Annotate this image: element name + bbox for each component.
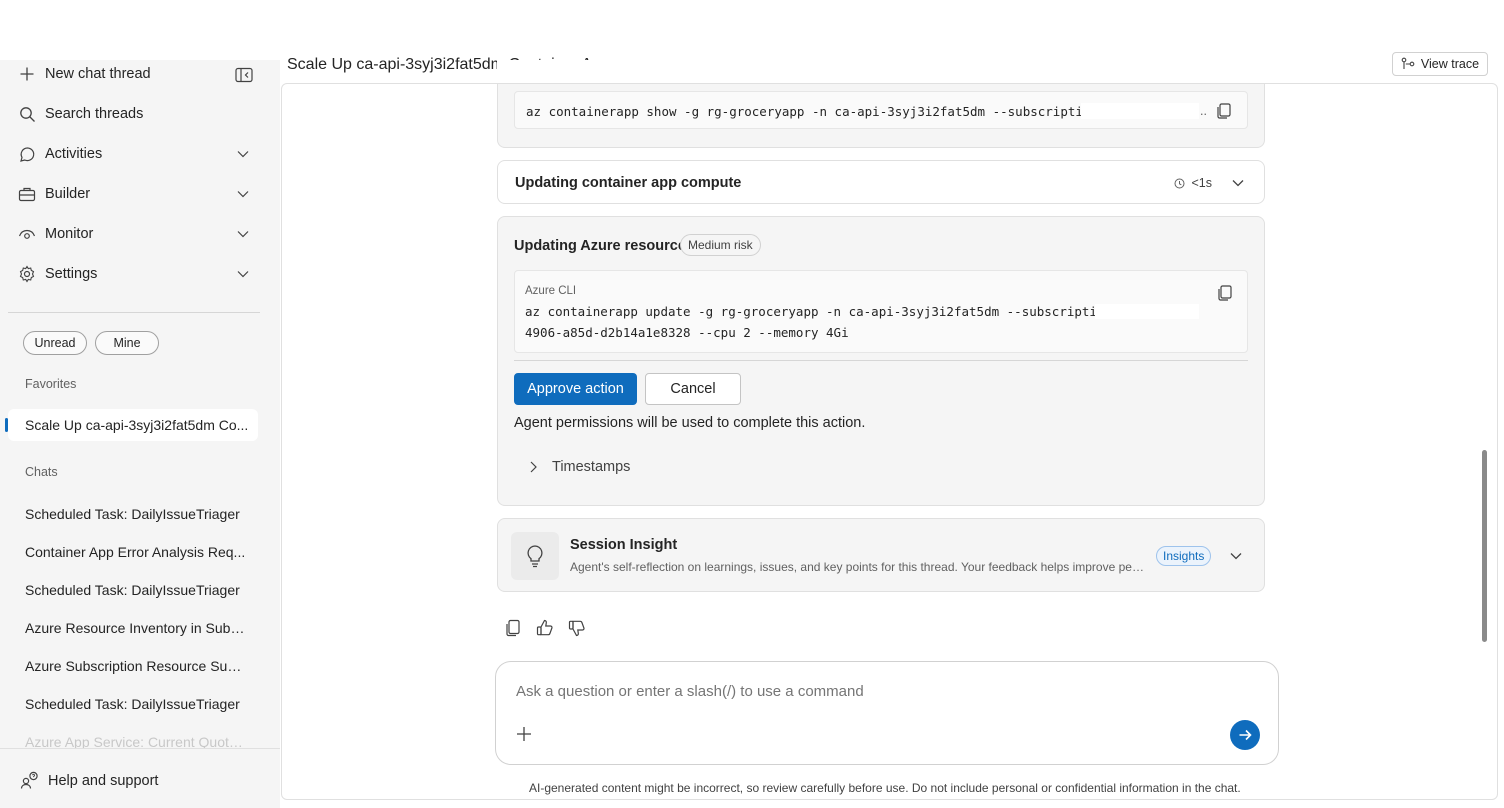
view-trace-label: View trace <box>1420 57 1480 71</box>
filter-mine[interactable]: Mine <box>95 331 159 355</box>
nav-builder-label: Builder <box>45 186 91 202</box>
command-truncation: .. <box>1200 104 1207 118</box>
chevron-down-icon <box>236 187 250 201</box>
chevron-down-icon[interactable] <box>1231 176 1245 190</box>
insight-description: Agent's self-reflection on learnings, is… <box>570 560 1146 574</box>
chevron-down-icon <box>236 267 250 281</box>
search-threads-label: Search threads <box>45 106 144 122</box>
sidebar-divider <box>8 312 260 313</box>
favorite-thread-item[interactable]: Scale Up ca-api-3syj3i2fat5dm Co... <box>8 409 258 441</box>
nav-monitor[interactable]: Monitor <box>18 219 262 249</box>
panel-top-edge <box>497 83 1265 84</box>
copy-response-icon[interactable] <box>503 618 523 638</box>
help-and-support-button[interactable]: Help and support <box>20 771 158 790</box>
chat-list-item[interactable]: Azure Subscription Resource Sum... <box>25 658 247 674</box>
command-line-1: az containerapp update -g rg-groceryapp … <box>525 304 1112 319</box>
search-icon <box>18 105 36 123</box>
chevron-down-icon <box>236 147 250 161</box>
nav-settings[interactable]: Settings <box>18 259 262 289</box>
chevron-right-icon <box>528 460 538 474</box>
scrollbar-thumb[interactable] <box>1482 450 1487 642</box>
cli-label: Azure CLI <box>525 285 577 297</box>
nav-monitor-label: Monitor <box>45 226 94 242</box>
view-trace-button[interactable]: View trace <box>1392 52 1488 76</box>
chevron-down-icon <box>236 227 250 241</box>
top-bar <box>0 0 1504 60</box>
eye-icon <box>18 225 36 243</box>
permission-note: Agent permissions will be used to comple… <box>514 415 866 431</box>
chat-bubble-icon <box>18 145 36 163</box>
chats-heading: Chats <box>25 465 58 479</box>
chat-list-item[interactable]: Container App Error Analysis Req... <box>25 544 247 560</box>
briefcase-icon <box>18 185 36 203</box>
plus-icon <box>18 65 36 83</box>
approve-action-button[interactable]: Approve action <box>514 373 637 405</box>
sidebar: New chat thread Search threads Activitie… <box>0 60 280 808</box>
new-chat-label: New chat thread <box>45 66 151 82</box>
timestamps-label: Timestamps <box>552 459 631 475</box>
step-title: Updating container app compute <box>515 175 742 191</box>
sidebar-footer: Help and support <box>0 748 280 808</box>
clock-icon <box>1174 178 1185 189</box>
chat-list-item[interactable]: Scheduled Task: DailyIssueTriager <box>25 582 247 598</box>
insights-badge: Insights <box>1156 546 1212 566</box>
approval-title: Updating Azure resource <box>514 238 686 254</box>
nav-activities[interactable]: Activities <box>18 139 262 169</box>
favorites-heading: Favorites <box>25 377 77 391</box>
collapse-sidebar-icon[interactable] <box>234 65 254 85</box>
show-command-box: az containerapp show -g rg-groceryapp -n… <box>514 91 1248 129</box>
help-label: Help and support <box>48 772 159 789</box>
ai-disclaimer: AI-generated content might be incorrect,… <box>529 781 1241 795</box>
step-duration-value: <1s <box>1191 176 1212 190</box>
approval-divider <box>514 360 1248 361</box>
step-duration: <1s <box>1174 176 1212 190</box>
command-line-2: 4906-a85d-d2b14a1e8328 --cpu 2 --memory … <box>525 325 849 340</box>
nav-builder[interactable]: Builder <box>18 179 262 209</box>
message-input[interactable] <box>516 683 1216 700</box>
session-insight-card[interactable]: Session Insight Agent's self-reflection … <box>497 518 1265 592</box>
gear-icon <box>18 265 36 283</box>
step-card[interactable]: Updating container app compute <1s <box>497 160 1265 204</box>
thumbs-up-icon[interactable] <box>535 618 555 638</box>
copy-icon[interactable] <box>1216 284 1234 302</box>
copy-icon[interactable] <box>1215 102 1233 120</box>
people-help-icon <box>20 771 39 790</box>
add-attachment-icon[interactable] <box>515 725 533 743</box>
redacted-subscription <box>1095 304 1199 319</box>
chat-list-item[interactable]: Scheduled Task: DailyIssueTriager <box>25 506 247 522</box>
cancel-button[interactable]: Cancel <box>645 373 741 405</box>
trace-icon <box>1401 57 1415 71</box>
new-chat-button[interactable]: New chat thread <box>18 59 262 89</box>
search-threads-button[interactable]: Search threads <box>18 99 262 129</box>
send-button[interactable] <box>1230 720 1260 750</box>
risk-badge: Medium risk <box>680 234 761 256</box>
nav-activities-label: Activities <box>45 146 103 162</box>
chat-list-item[interactable]: Scheduled Task: DailyIssueTriager <box>25 696 247 712</box>
nav-settings-label: Settings <box>45 266 98 282</box>
filter-unread[interactable]: Unread <box>23 331 87 355</box>
insight-title: Session Insight <box>570 537 678 553</box>
update-command-box: Azure CLI az containerapp update -g rg-g… <box>514 270 1248 353</box>
chat-list-item[interactable]: Azure Resource Inventory in Subs... <box>25 620 247 636</box>
chevron-down-icon[interactable] <box>1229 549 1243 563</box>
scroll-clip <box>497 60 1265 84</box>
lightbulb-icon <box>511 532 559 580</box>
thumbs-down-icon[interactable] <box>567 618 587 638</box>
redacted-subscription <box>1081 103 1199 119</box>
message-composer <box>495 661 1279 765</box>
show-command-text: az containerapp show -g rg-groceryapp -n… <box>526 104 1098 119</box>
arrow-right-icon <box>1239 729 1252 741</box>
timestamps-toggle[interactable]: Timestamps <box>528 459 630 475</box>
